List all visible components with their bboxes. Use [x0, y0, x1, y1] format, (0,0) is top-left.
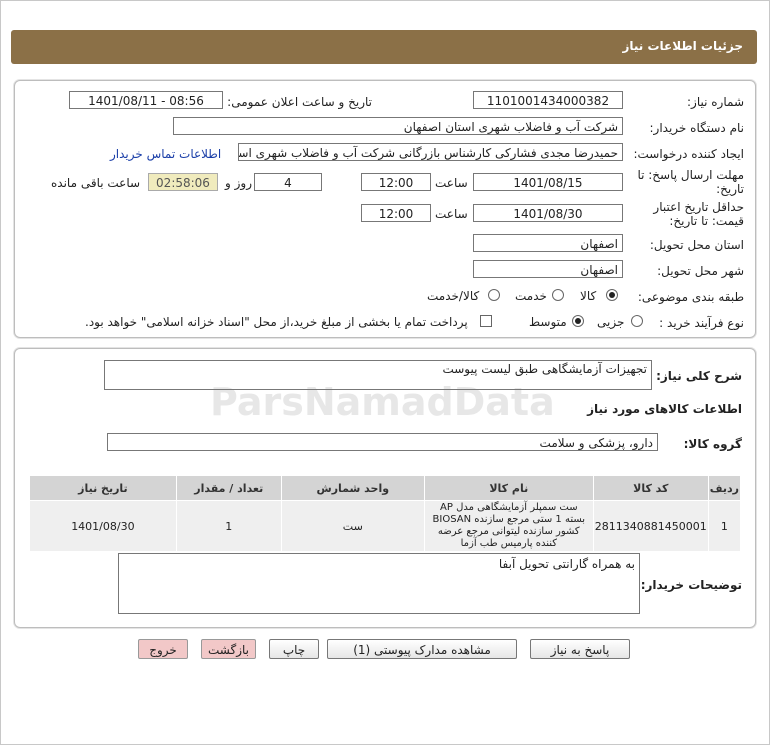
category-option-both: کالا/خدمت	[427, 289, 480, 303]
col-header-quantity: تعداد / مقدار	[175, 475, 282, 501]
group-field: دارو، پزشکی و سلامت	[107, 433, 658, 451]
days-field: 4	[254, 173, 322, 191]
validity-label: حداقل تاریخ اعتبار	[653, 200, 744, 214]
table-row: 1 2811340881450001 ست سمپلر آزمایشگاهی م…	[29, 500, 742, 552]
remaining-label: ساعت باقی مانده	[51, 176, 141, 190]
need-number-label: شماره نیاز:	[687, 95, 744, 109]
remaining-time-field: 02:58:06	[148, 173, 218, 191]
deadline-date-field: 1401/08/15	[473, 173, 623, 191]
process-radio-medium[interactable]	[572, 315, 584, 327]
cell-quantity: 1	[175, 500, 282, 552]
group-label: گروه کالا:	[683, 437, 742, 451]
requester-field: حمیدرضا مجدی فشارکی کارشناس بازرگانی شرک…	[238, 143, 623, 161]
announce-field: 1401/08/11 - 08:56	[69, 91, 223, 109]
category-radio-both[interactable]	[488, 289, 500, 301]
city-label: شهر محل تحویل:	[657, 264, 744, 278]
cell-name: ست سمپلر آزمایشگاهی مدل AP بسته 1 ستی مر…	[423, 500, 594, 552]
days-label: روز و	[225, 176, 252, 190]
province-field: اصفهان	[473, 234, 623, 252]
summary-label: شرح کلی نیاز:	[656, 369, 742, 383]
category-radio-goods[interactable]	[606, 289, 618, 301]
category-radio-service[interactable]	[552, 289, 564, 301]
table-header-row: ردیف کد کالا نام کالا واحد شمارش تعداد /…	[29, 475, 742, 501]
validity-time-field: 12:00	[361, 204, 431, 222]
items-table: ردیف کد کالا نام کالا واحد شمارش تعداد /…	[29, 475, 742, 552]
need-number-field: 1101001434000382	[473, 91, 623, 109]
goods-info-label: اطلاعات کالاهای مورد نیاز	[587, 402, 742, 416]
announce-label: تاریخ و ساعت اعلان عمومی:	[227, 95, 372, 109]
back-button[interactable]: بازگشت	[201, 639, 256, 659]
cell-code: 2811340881450001	[592, 500, 709, 552]
validity-label-2: قیمت: تا تاریخ:	[669, 214, 744, 228]
category-option-goods: کالا	[580, 289, 597, 303]
process-radio-minor[interactable]	[631, 315, 643, 327]
cell-row-no: 1	[707, 500, 742, 552]
buyer-notes-field: به همراه گارانتی تحویل آبفا	[118, 553, 640, 614]
cell-need-date: 1401/08/30	[29, 500, 177, 552]
process-option-minor: جزیی	[597, 315, 625, 329]
process-option-medium: متوسط	[529, 315, 567, 329]
buyer-org-field: شرکت آب و فاضلاب شهری استان اصفهان	[173, 117, 623, 135]
contact-buyer-link[interactable]: اطلاعات تماس خریدار	[110, 147, 221, 161]
deadline-time-field: 12:00	[361, 173, 431, 191]
validity-date-field: 1401/08/30	[473, 204, 623, 222]
col-header-row-no: ردیف	[707, 475, 742, 501]
category-label: طبقه بندی موضوعی:	[637, 290, 744, 304]
treasury-payment-checkbox[interactable]	[480, 315, 492, 327]
validity-time-label: ساعت	[435, 207, 468, 221]
buyer-notes-label: توضیحات خریدار:	[640, 578, 742, 592]
province-label: استان محل تحویل:	[649, 238, 744, 252]
deadline-label-2: تاریخ:	[716, 182, 744, 196]
process-label: نوع فرآیند خرید :	[659, 316, 744, 330]
col-header-code: کد کالا	[592, 475, 709, 501]
city-field: اصفهان	[473, 260, 623, 278]
payment-note: پرداخت تمام یا بخشی از مبلغ خرید،از محل …	[85, 315, 468, 329]
page-title: جزئیات اطلاعات نیاز	[622, 39, 743, 53]
deadline-label: مهلت ارسال پاسخ: تا	[637, 168, 744, 182]
buyer-org-label: نام دستگاه خریدار:	[649, 121, 745, 135]
col-header-unit: واحد شمارش	[280, 475, 425, 501]
category-option-service: خدمت	[515, 289, 547, 303]
col-header-name: نام کالا	[423, 475, 594, 501]
title-bar: جزئیات اطلاعات نیاز	[11, 30, 757, 64]
print-button[interactable]: چاپ	[269, 639, 319, 659]
exit-button[interactable]: خروج	[138, 639, 188, 659]
requester-label: ایجاد کننده درخواست:	[633, 147, 744, 161]
summary-field: تجهیزات آزمایشگاهی طبق لیست پیوست	[104, 360, 652, 390]
view-attachments-button[interactable]: مشاهده مدارک پیوستی (1)	[327, 639, 517, 659]
col-header-need-date: تاریخ نیاز	[29, 475, 177, 501]
deadline-time-label: ساعت	[435, 176, 468, 190]
reply-button[interactable]: پاسخ به نیاز	[530, 639, 630, 659]
cell-unit: ست	[280, 500, 425, 552]
